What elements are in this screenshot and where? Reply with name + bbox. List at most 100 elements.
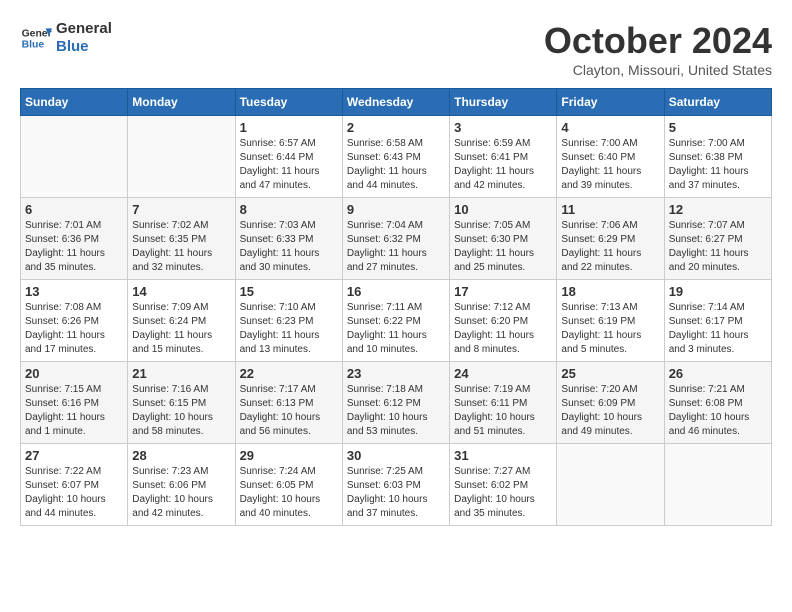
week-row-4: 20Sunrise: 7:15 AM Sunset: 6:16 PM Dayli… xyxy=(21,362,772,444)
calendar-cell: 16 Sunrise: 7:11 AM Sunset: 6:22 PM Dayli… xyxy=(342,280,449,362)
calendar-cell: 1 Sunrise: 6:57 AM Sunset: 6:44 PM Daylig… xyxy=(235,116,342,198)
day-info: Sunrise: 7:02 AM Sunset: 6:35 PM Dayligh… xyxy=(132,219,230,275)
day-info: Sunrise: 7:03 AM Sunset: 6:33 PM Dayligh… xyxy=(240,219,338,275)
calendar-cell: 20Sunrise: 7:15 AM Sunset: 6:16 PM Dayli… xyxy=(21,362,128,444)
day-info: Sunrise: 7:16 AM Sunset: 6:15 PM Dayligh… xyxy=(132,383,230,439)
day-info: Sunrise: 7:01 AM Sunset: 6:36 PM Dayligh… xyxy=(25,219,123,275)
day-info: Sunrise: 7:15 AM Sunset: 6:16 PM Dayligh… xyxy=(25,383,123,439)
page-header: General Blue General Blue October 2024 C… xyxy=(20,20,772,78)
calendar-cell: 13Sunrise: 7:08 AM Sunset: 6:26 PM Dayli… xyxy=(21,280,128,362)
day-info: Sunrise: 6:59 AM Sunset: 6:41 PM Dayligh… xyxy=(454,137,552,193)
day-number: 22 xyxy=(240,366,338,381)
weekday-header-wednesday: Wednesday xyxy=(342,89,449,116)
day-info: Sunrise: 7:11 AM Sunset: 6:22 PM Dayligh… xyxy=(347,301,445,357)
calendar-cell: 19 Sunrise: 7:14 AM Sunset: 6:17 PM Dayli… xyxy=(664,280,771,362)
logo-blue: Blue xyxy=(56,38,112,56)
day-info: Sunrise: 7:21 AM Sunset: 6:08 PM Dayligh… xyxy=(669,383,767,439)
calendar-cell: 26 Sunrise: 7:21 AM Sunset: 6:08 PM Dayli… xyxy=(664,362,771,444)
calendar-cell: 18 Sunrise: 7:13 AM Sunset: 6:19 PM Dayli… xyxy=(557,280,664,362)
calendar-cell: 3 Sunrise: 6:59 AM Sunset: 6:41 PM Daylig… xyxy=(450,116,557,198)
day-info: Sunrise: 7:24 AM Sunset: 6:05 PM Dayligh… xyxy=(240,465,338,521)
day-number: 30 xyxy=(347,448,445,463)
day-info: Sunrise: 7:12 AM Sunset: 6:20 PM Dayligh… xyxy=(454,301,552,357)
calendar-cell: 29Sunrise: 7:24 AM Sunset: 6:05 PM Dayli… xyxy=(235,444,342,526)
day-number: 9 xyxy=(347,202,445,217)
day-info: Sunrise: 7:13 AM Sunset: 6:19 PM Dayligh… xyxy=(561,301,659,357)
day-number: 12 xyxy=(669,202,767,217)
logo: General Blue General Blue xyxy=(20,20,112,56)
calendar-cell xyxy=(664,444,771,526)
day-info: Sunrise: 7:17 AM Sunset: 6:13 PM Dayligh… xyxy=(240,383,338,439)
week-row-3: 13Sunrise: 7:08 AM Sunset: 6:26 PM Dayli… xyxy=(21,280,772,362)
svg-text:Blue: Blue xyxy=(22,40,45,51)
calendar-cell: 30 Sunrise: 7:25 AM Sunset: 6:03 PM Dayli… xyxy=(342,444,449,526)
day-info: Sunrise: 7:23 AM Sunset: 6:06 PM Dayligh… xyxy=(132,465,230,521)
calendar-cell xyxy=(21,116,128,198)
logo-icon: General Blue xyxy=(20,22,52,54)
day-number: 14 xyxy=(132,284,230,299)
day-info: Sunrise: 7:07 AM Sunset: 6:27 PM Dayligh… xyxy=(669,219,767,275)
calendar-cell: 22 Sunrise: 7:17 AM Sunset: 6:13 PM Dayli… xyxy=(235,362,342,444)
day-number: 15 xyxy=(240,284,338,299)
day-number: 31 xyxy=(454,448,552,463)
title-block: October 2024 Clayton, Missouri, United S… xyxy=(544,20,772,78)
location: Clayton, Missouri, United States xyxy=(544,62,772,78)
day-number: 10 xyxy=(454,202,552,217)
weekday-header-sunday: Sunday xyxy=(21,89,128,116)
day-number: 4 xyxy=(561,120,659,135)
calendar-cell: 17 Sunrise: 7:12 AM Sunset: 6:20 PM Dayli… xyxy=(450,280,557,362)
day-number: 1 xyxy=(240,120,338,135)
weekday-header-tuesday: Tuesday xyxy=(235,89,342,116)
day-info: Sunrise: 7:05 AM Sunset: 6:30 PM Dayligh… xyxy=(454,219,552,275)
day-number: 5 xyxy=(669,120,767,135)
day-number: 17 xyxy=(454,284,552,299)
calendar-cell: 24Sunrise: 7:19 AM Sunset: 6:11 PM Dayli… xyxy=(450,362,557,444)
calendar-cell: 10 Sunrise: 7:05 AM Sunset: 6:30 PM Dayli… xyxy=(450,198,557,280)
day-number: 19 xyxy=(669,284,767,299)
day-number: 3 xyxy=(454,120,552,135)
calendar-cell: 7 Sunrise: 7:02 AM Sunset: 6:35 PM Daylig… xyxy=(128,198,235,280)
week-row-1: 1 Sunrise: 6:57 AM Sunset: 6:44 PM Daylig… xyxy=(21,116,772,198)
calendar-cell: 25 Sunrise: 7:20 AM Sunset: 6:09 PM Dayli… xyxy=(557,362,664,444)
day-info: Sunrise: 7:06 AM Sunset: 6:29 PM Dayligh… xyxy=(561,219,659,275)
day-number: 2 xyxy=(347,120,445,135)
day-number: 26 xyxy=(669,366,767,381)
calendar-table: SundayMondayTuesdayWednesdayThursdayFrid… xyxy=(20,88,772,526)
day-info: Sunrise: 7:19 AM Sunset: 6:11 PM Dayligh… xyxy=(454,383,552,439)
day-info: Sunrise: 7:10 AM Sunset: 6:23 PM Dayligh… xyxy=(240,301,338,357)
day-info: Sunrise: 7:27 AM Sunset: 6:02 PM Dayligh… xyxy=(454,465,552,521)
weekday-header-thursday: Thursday xyxy=(450,89,557,116)
day-number: 13 xyxy=(25,284,123,299)
calendar-cell: 28 Sunrise: 7:23 AM Sunset: 6:06 PM Dayli… xyxy=(128,444,235,526)
calendar-cell: 8 Sunrise: 7:03 AM Sunset: 6:33 PM Daylig… xyxy=(235,198,342,280)
day-number: 25 xyxy=(561,366,659,381)
day-info: Sunrise: 7:20 AM Sunset: 6:09 PM Dayligh… xyxy=(561,383,659,439)
calendar-cell: 4Sunrise: 7:00 AM Sunset: 6:40 PM Daylig… xyxy=(557,116,664,198)
calendar-cell: 9Sunrise: 7:04 AM Sunset: 6:32 PM Daylig… xyxy=(342,198,449,280)
day-info: Sunrise: 7:09 AM Sunset: 6:24 PM Dayligh… xyxy=(132,301,230,357)
calendar-cell: 21 Sunrise: 7:16 AM Sunset: 6:15 PM Dayli… xyxy=(128,362,235,444)
calendar-cell: 6Sunrise: 7:01 AM Sunset: 6:36 PM Daylig… xyxy=(21,198,128,280)
day-number: 8 xyxy=(240,202,338,217)
day-info: Sunrise: 7:14 AM Sunset: 6:17 PM Dayligh… xyxy=(669,301,767,357)
day-info: Sunrise: 7:00 AM Sunset: 6:38 PM Dayligh… xyxy=(669,137,767,193)
month-title: October 2024 xyxy=(544,20,772,62)
day-info: Sunrise: 7:18 AM Sunset: 6:12 PM Dayligh… xyxy=(347,383,445,439)
logo-general: General xyxy=(56,20,112,38)
day-number: 21 xyxy=(132,366,230,381)
day-number: 7 xyxy=(132,202,230,217)
calendar-cell: 27Sunrise: 7:22 AM Sunset: 6:07 PM Dayli… xyxy=(21,444,128,526)
calendar-cell: 12 Sunrise: 7:07 AM Sunset: 6:27 PM Dayli… xyxy=(664,198,771,280)
calendar-cell: 31 Sunrise: 7:27 AM Sunset: 6:02 PM Dayli… xyxy=(450,444,557,526)
day-info: Sunrise: 6:57 AM Sunset: 6:44 PM Dayligh… xyxy=(240,137,338,193)
calendar-cell: 15 Sunrise: 7:10 AM Sunset: 6:23 PM Dayli… xyxy=(235,280,342,362)
day-info: Sunrise: 7:25 AM Sunset: 6:03 PM Dayligh… xyxy=(347,465,445,521)
weekday-header-saturday: Saturday xyxy=(664,89,771,116)
day-number: 18 xyxy=(561,284,659,299)
calendar-cell: 5 Sunrise: 7:00 AM Sunset: 6:38 PM Daylig… xyxy=(664,116,771,198)
day-number: 16 xyxy=(347,284,445,299)
calendar-cell xyxy=(557,444,664,526)
day-number: 28 xyxy=(132,448,230,463)
day-number: 27 xyxy=(25,448,123,463)
weekday-header-row: SundayMondayTuesdayWednesdayThursdayFrid… xyxy=(21,89,772,116)
